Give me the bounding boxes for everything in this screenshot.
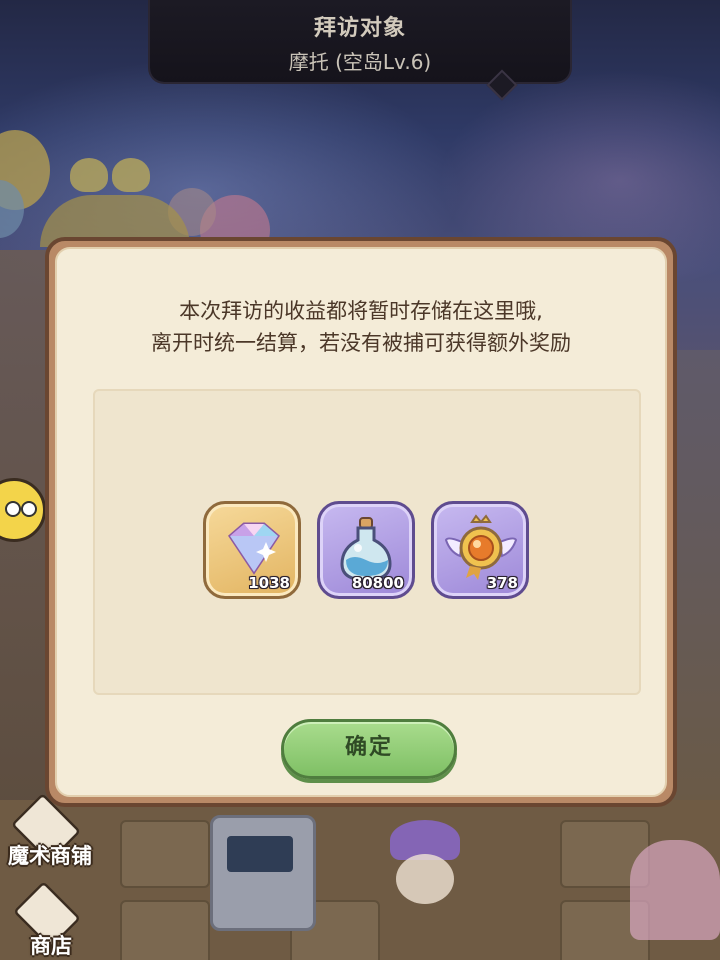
visit-target-banner: 拜访对象 摩托 (空岛Lv.6) xyxy=(150,0,570,101)
message-line-1: 本次拜访的收益都将暂时存储在这里哦, xyxy=(179,299,543,323)
eye-icon xyxy=(5,501,21,517)
reward-count: 1038 xyxy=(248,574,290,592)
floor-tile xyxy=(120,900,210,960)
floor-tile xyxy=(120,820,210,888)
eye-icon xyxy=(21,501,37,517)
arcade-machine xyxy=(210,815,316,931)
reward-item-medal[interactable]: 378 xyxy=(431,501,529,599)
dialog-panel: 本次拜访的收益都将暂时存储在这里哦, 离开时统一结算，若没有被捕可获得额外奖励 … xyxy=(55,247,667,797)
reward-item-diamond[interactable]: 1038 xyxy=(203,501,301,599)
clown-face xyxy=(396,854,454,904)
machine-screen xyxy=(227,836,293,872)
reward-list: 1038 80800 378 xyxy=(93,389,641,695)
banner-title: 拜访对象 xyxy=(313,16,406,41)
cake-decoration xyxy=(630,840,720,940)
reward-count: 80800 xyxy=(351,574,404,592)
reward-count: 378 xyxy=(486,574,518,592)
reward-item-potion[interactable]: 80800 xyxy=(317,501,415,599)
dialog-message: 本次拜访的收益都将暂时存储在这里哦, 离开时统一结算，若没有被捕可获得额外奖励 xyxy=(57,295,665,359)
banner-subtitle: 摩托 (空岛Lv.6) xyxy=(288,50,432,74)
magic-shop-label[interactable]: 魔术商铺 xyxy=(8,840,92,870)
message-line-2: 离开时统一结算，若没有被捕可获得额外奖励 xyxy=(151,331,571,355)
clown-character xyxy=(380,820,470,930)
visit-rewards-dialog: 本次拜访的收益都将暂时存储在这里哦, 离开时统一结算，若没有被捕可获得额外奖励 … xyxy=(45,237,677,807)
confirm-button[interactable]: 确定 xyxy=(281,719,457,779)
shop-label[interactable]: 商店 xyxy=(30,930,72,960)
